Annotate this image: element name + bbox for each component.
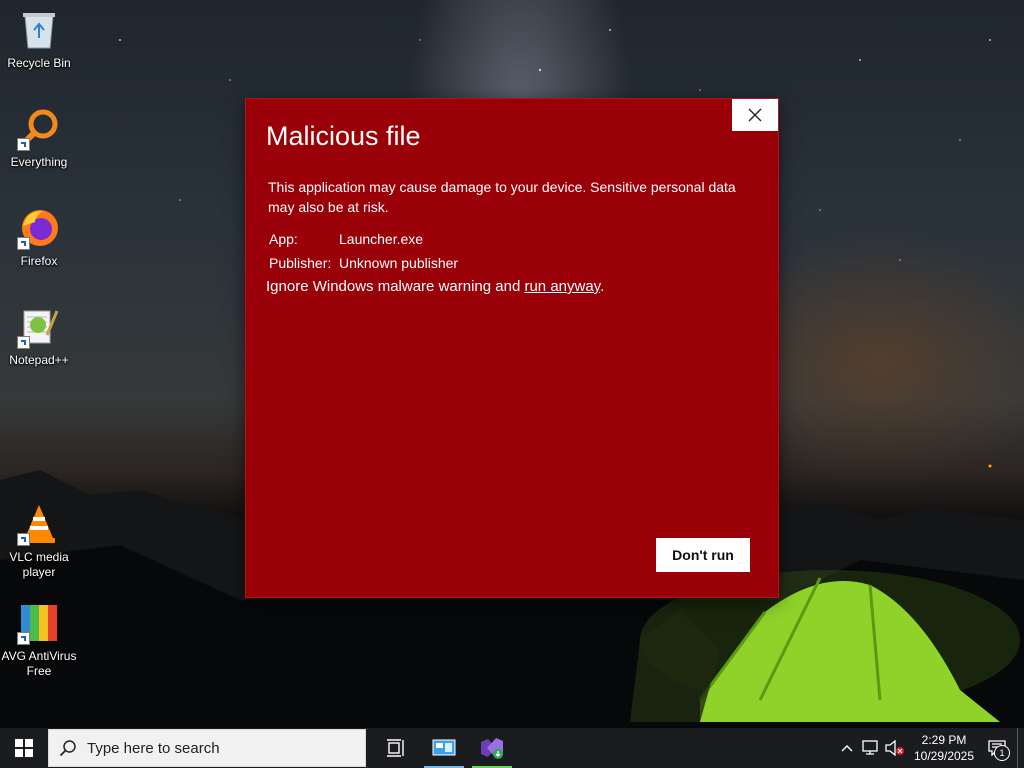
app-value: Launcher.exe <box>339 231 424 247</box>
volume-button[interactable] <box>883 728 907 768</box>
everything-search-icon <box>17 107 61 151</box>
network-icon <box>862 740 878 755</box>
shortcut-arrow-icon <box>17 336 30 349</box>
dialog-message: This application may cause damage to you… <box>268 179 736 215</box>
volume-muted-icon <box>885 740 904 756</box>
network-button[interactable] <box>859 728 883 768</box>
start-button[interactable] <box>0 728 48 768</box>
vlc-icon <box>17 502 61 546</box>
taskbar-app-visual-studio-installer[interactable] <box>468 728 516 768</box>
close-button[interactable] <box>732 99 778 131</box>
desktop-icon-notepadplusplus[interactable]: Notepad++ <box>1 305 77 368</box>
dont-run-button[interactable]: Don't run <box>656 538 750 572</box>
app-label: App: <box>269 231 298 247</box>
shortcut-arrow-icon <box>17 632 30 645</box>
clock-date: 10/29/2025 <box>913 749 975 763</box>
ignore-warning-text: Ignore Windows malware warning and <box>266 278 525 295</box>
publisher-label: Publisher: <box>269 255 332 271</box>
desktop-icon-everything[interactable]: Everything <box>1 107 77 170</box>
system-tray: 2:29 PM 10/29/2025 1 <box>835 728 1024 768</box>
desktop-icon-label: Recycle Bin <box>7 56 71 70</box>
publisher-value: Unknown publisher <box>339 255 459 271</box>
desktop-icon-recycle-bin[interactable]: Recycle Bin <box>1 8 77 71</box>
action-center-button[interactable]: 1 <box>977 728 1017 768</box>
desktop-icon-avg[interactable]: AVG AntiVirus Free <box>1 601 77 679</box>
clock-time: 2:29 PM <box>921 733 967 747</box>
run-anyway-link[interactable]: run anyway <box>524 278 600 295</box>
task-view-button[interactable] <box>372 728 420 768</box>
clock[interactable]: 2:29 PM 10/29/2025 <box>911 732 977 764</box>
taskbar-app-control-panel[interactable] <box>420 728 468 768</box>
ignore-warning-suffix: . <box>600 278 605 295</box>
chevron-up-icon <box>841 745 853 752</box>
desktop-icon-vlc[interactable]: VLC media player <box>1 502 77 580</box>
show-hidden-icons-button[interactable] <box>835 728 859 768</box>
notepad-plus-plus-icon <box>17 305 61 349</box>
shortcut-arrow-icon <box>17 533 30 546</box>
search-placeholder: Type here to search <box>87 739 220 757</box>
desktop-icon-label: Firefox <box>20 254 58 268</box>
desktop-icon-firefox[interactable]: Firefox <box>1 206 77 269</box>
close-icon <box>748 108 762 122</box>
taskbar: Type here to search 2:29 PM 10/29/2025 1 <box>0 728 1024 768</box>
desktop-icon-label: AVG AntiVirus Free <box>1 649 77 678</box>
desktop-icon-label: Everything <box>10 155 68 169</box>
avg-antivirus-icon <box>17 601 61 645</box>
desktop-icon-label: Notepad++ <box>9 353 69 367</box>
ignore-warning-line: Ignore Windows malware warning and run a… <box>266 278 604 295</box>
search-icon <box>59 740 76 757</box>
firefox-icon <box>17 206 61 250</box>
notification-count-badge: 1 <box>994 745 1010 761</box>
publisher-row: Publisher: Unknown publisher <box>269 255 458 271</box>
task-view-icon <box>387 739 404 757</box>
control-panel-icon <box>432 739 456 756</box>
shortcut-arrow-icon <box>17 237 30 250</box>
shortcut-arrow-icon <box>17 138 30 151</box>
visual-studio-icon <box>481 738 503 759</box>
windows-logo-icon <box>15 739 33 757</box>
taskbar-search-box[interactable]: Type here to search <box>48 729 366 767</box>
malicious-file-dialog: Malicious file This application may caus… <box>246 99 778 597</box>
app-row: App: Launcher.exe <box>269 231 423 247</box>
desktop-icon-label: VLC media player <box>9 550 69 579</box>
show-desktop-button[interactable] <box>1017 728 1024 768</box>
dialog-title: Malicious file <box>266 121 421 151</box>
recycle-bin-icon <box>17 8 61 52</box>
